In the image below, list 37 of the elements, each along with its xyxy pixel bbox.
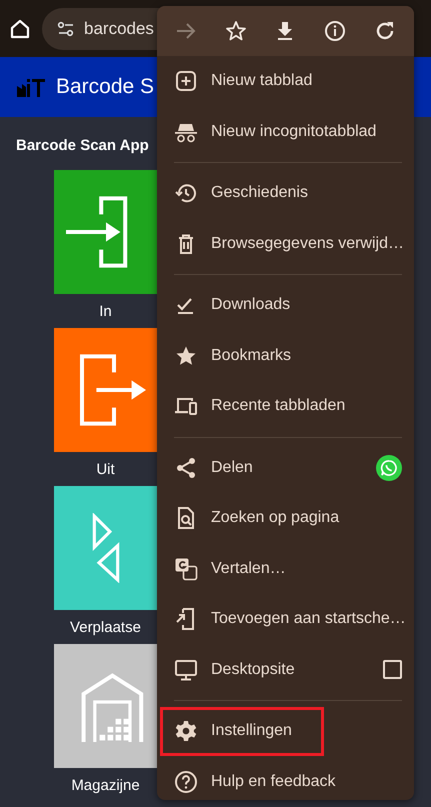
tile-button[interactable] — [54, 170, 157, 294]
triangles-icon — [90, 513, 120, 583]
menu-item[interactable]: Bookmarks — [157, 330, 414, 381]
tile-label: Magazijne — [71, 777, 140, 794]
app-title: Barcode Scan App — [16, 137, 150, 154]
tile-label: Verplaatse — [70, 619, 141, 636]
plus-icon — [174, 69, 198, 94]
star-icon[interactable] — [224, 19, 248, 43]
header-title: Barcode S — [56, 75, 154, 99]
menu-item[interactable]: Zoeken op pagina — [157, 493, 414, 544]
menu-item[interactable]: Browsegegevens verwijd… — [157, 218, 414, 269]
tile-button[interactable] — [54, 328, 157, 452]
checkbox[interactable] — [383, 660, 402, 680]
share-icon — [174, 456, 198, 480]
tile-button[interactable] — [54, 644, 157, 768]
menu-item[interactable]: Nieuw incognitotabblad — [157, 106, 414, 157]
menu-item[interactable]: Hulp en feedback — [157, 756, 414, 800]
menu-item[interactable]: Nieuw tabblad — [157, 56, 414, 106]
menu-item[interactable]: Vertalen… — [157, 544, 414, 594]
tile-button[interactable] — [54, 486, 157, 610]
info-icon[interactable] — [323, 19, 348, 43]
menu-item[interactable]: Toevoegen aan startsche… — [157, 594, 414, 644]
translate-icon — [174, 556, 198, 581]
monitor-icon — [174, 658, 198, 682]
logo-icon — [16, 76, 46, 98]
help-icon — [174, 770, 198, 794]
menu-item[interactable]: Downloads — [157, 280, 414, 330]
menu-item[interactable]: Desktopsite — [157, 644, 414, 695]
menu-item[interactable]: Geschiedenis — [157, 168, 414, 218]
chat-app-icon[interactable] — [376, 454, 402, 481]
settings-icon — [174, 719, 198, 744]
menu-item[interactable]: Recente tabbladen — [157, 381, 414, 432]
history-icon — [174, 181, 198, 206]
tile-label: Uit — [96, 461, 115, 478]
menu-item[interactable]: Instellingen — [159, 706, 325, 756]
menu-item[interactable]: Delen — [157, 442, 414, 493]
tile-label: In — [99, 303, 112, 320]
